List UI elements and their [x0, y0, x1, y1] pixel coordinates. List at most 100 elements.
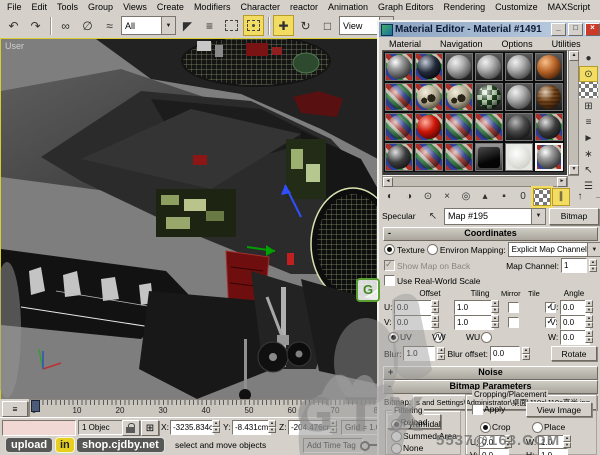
map-channel-spinner[interactable]: ▲▼ — [589, 259, 597, 272]
material-sample-slot[interactable] — [504, 52, 534, 82]
material-sample-slot[interactable] — [474, 142, 504, 172]
maximize-button[interactable]: □ — [568, 23, 583, 36]
place-radio[interactable] — [532, 422, 543, 433]
material-sample-slot[interactable] — [414, 82, 444, 112]
show-end-result-icon[interactable]: ∥ — [552, 188, 570, 206]
undo-icon[interactable]: ↶ — [3, 15, 24, 36]
z-coordinate-field[interactable]: -204.476cr — [288, 420, 332, 435]
x-spinner[interactable]: ▲▼ — [212, 420, 220, 433]
menu-item[interactable]: Edit — [27, 2, 53, 12]
show-map-in-viewport-icon[interactable] — [533, 188, 551, 206]
material-editor-menu-item[interactable]: Navigation — [435, 39, 488, 49]
material-editor-titlebar[interactable]: Material Editor - Material #1491 _ □ × — [379, 22, 600, 37]
select-by-material-icon[interactable]: ↖ — [579, 162, 598, 178]
window-crossing-toggle-icon[interactable] — [243, 15, 264, 36]
v-angle-spinner[interactable]: ▲▼ — [585, 315, 593, 328]
texture-radio[interactable] — [384, 244, 395, 255]
apply-checkbox[interactable] — [472, 404, 483, 415]
material-sample-slot[interactable] — [444, 142, 474, 172]
u-tiling-spinner[interactable]: ▲▼ — [491, 300, 499, 313]
material-sample-slot[interactable] — [384, 52, 414, 82]
select-object-icon[interactable]: ◤ — [177, 15, 198, 36]
rotate-button[interactable]: Rotate — [551, 346, 597, 361]
uv-radio[interactable] — [388, 332, 399, 343]
add-time-tag[interactable]: Add Time Tag — [303, 438, 363, 453]
blur-offset-spinner[interactable]: ▲▼ — [522, 347, 530, 360]
chevron-down-icon[interactable]: ▼ — [587, 243, 600, 256]
material-sample-slot[interactable] — [534, 112, 564, 142]
go-to-parent-icon[interactable]: ↑ — [571, 188, 589, 206]
map-type-button[interactable]: Bitmap — [549, 208, 599, 225]
v-offset-spinner[interactable]: ▲▼ — [431, 315, 439, 328]
v-tiling-field[interactable]: 1.0 — [454, 315, 494, 330]
pyramidal-radio[interactable] — [391, 419, 402, 430]
material-sample-slot[interactable] — [414, 52, 444, 82]
scroll-right-icon[interactable]: ► — [557, 177, 567, 187]
make-unique-icon[interactable]: ▴ — [476, 188, 494, 206]
crop-w-spinner[interactable]: ▲▼ — [563, 435, 571, 448]
background-icon[interactable] — [579, 82, 598, 98]
video-color-check-icon[interactable]: ≡ — [579, 114, 598, 130]
unlink-selection-icon[interactable]: ∅ — [77, 15, 98, 36]
menu-item[interactable]: File — [2, 2, 27, 12]
wu-radio[interactable] — [481, 332, 492, 343]
redo-icon[interactable]: ↷ — [25, 15, 46, 36]
material-editor-menu-item[interactable]: Utilities — [547, 39, 586, 49]
material-sample-slot[interactable] — [414, 142, 444, 172]
show-map-on-back-checkbox[interactable] — [384, 260, 395, 271]
scroll-down-icon[interactable]: ▼ — [569, 165, 579, 175]
environ-radio[interactable] — [427, 244, 438, 255]
viewport-label[interactable]: User — [5, 41, 24, 51]
u-angle-spinner[interactable]: ▲▼ — [585, 300, 593, 313]
material-sample-slot[interactable] — [504, 82, 534, 112]
open-mini-curve-editor-button[interactable]: ≡ — [2, 401, 28, 417]
chevron-down-icon[interactable]: ▼ — [531, 209, 545, 224]
x-coordinate-field[interactable]: -3235.834c — [170, 420, 214, 435]
menu-item[interactable]: Character — [235, 2, 285, 12]
get-material-icon[interactable]: ◐ — [381, 188, 399, 206]
time-slider-handle[interactable] — [31, 400, 40, 412]
go-forward-to-sibling-icon[interactable]: → — [590, 188, 600, 206]
menu-item[interactable]: Tools — [52, 2, 83, 12]
bind-to-space-warp-icon[interactable]: ≈ — [99, 15, 120, 36]
material-sample-slot[interactable] — [474, 82, 504, 112]
rectangular-selection-region-icon[interactable] — [221, 15, 242, 36]
options-icon[interactable]: ∗ — [579, 146, 598, 162]
material-sample-slot[interactable] — [444, 52, 474, 82]
material-sample-slot[interactable] — [414, 112, 444, 142]
absolute-offset-toggle[interactable]: ⊞ — [141, 420, 159, 436]
menu-item[interactable]: Views — [118, 2, 152, 12]
rollout-noise[interactable]: + Noise — [383, 366, 598, 380]
material-sample-slot[interactable] — [534, 82, 564, 112]
menu-item[interactable]: Group — [83, 2, 118, 12]
material-sample-slot[interactable] — [534, 52, 564, 82]
material-sample-slot[interactable] — [474, 112, 504, 142]
blur-offset-field[interactable]: 0.0 — [490, 346, 520, 361]
u-offset-field[interactable]: 0.0 — [394, 300, 434, 315]
material-id-channel-icon[interactable]: 0 — [514, 188, 532, 206]
material-editor-menu-item[interactable]: Material — [384, 39, 426, 49]
chevron-down-icon[interactable]: ▼ — [161, 17, 175, 34]
make-preview-icon[interactable]: ► — [579, 130, 598, 146]
map-channel-field[interactable]: 1 — [561, 258, 587, 273]
v-offset-field[interactable]: 0.0 — [394, 315, 434, 330]
selection-lock-button[interactable] — [122, 420, 140, 436]
y-coordinate-field[interactable]: -8.431cm — [232, 420, 271, 435]
menu-item[interactable]: Customize — [490, 2, 543, 12]
maxscript-mini-listener[interactable] — [2, 420, 76, 436]
material-sample-slot[interactable] — [504, 112, 534, 142]
select-and-move-icon[interactable]: ✚ — [273, 15, 294, 36]
select-and-rotate-icon[interactable]: ↻ — [295, 15, 316, 36]
put-to-library-icon[interactable]: ▪ — [495, 188, 513, 206]
menu-item[interactable]: reactor — [285, 2, 323, 12]
select-by-name-icon[interactable]: ≡ — [199, 15, 220, 36]
w-angle-spinner[interactable]: ▲▼ — [585, 330, 593, 343]
sample-vertical-scrollbar[interactable]: ▲ ▼ — [568, 50, 579, 176]
menu-item[interactable]: Create — [152, 2, 189, 12]
summed-area-radio[interactable] — [391, 431, 402, 442]
view-image-button[interactable]: View Image — [526, 402, 592, 417]
put-material-to-scene-icon[interactable]: ◑ — [400, 188, 418, 206]
menu-item[interactable]: MAXScript — [543, 2, 596, 12]
map-name-dropdown[interactable]: Map #195 ▼ — [444, 208, 546, 225]
backlight-icon[interactable]: ⊙ — [579, 66, 598, 82]
